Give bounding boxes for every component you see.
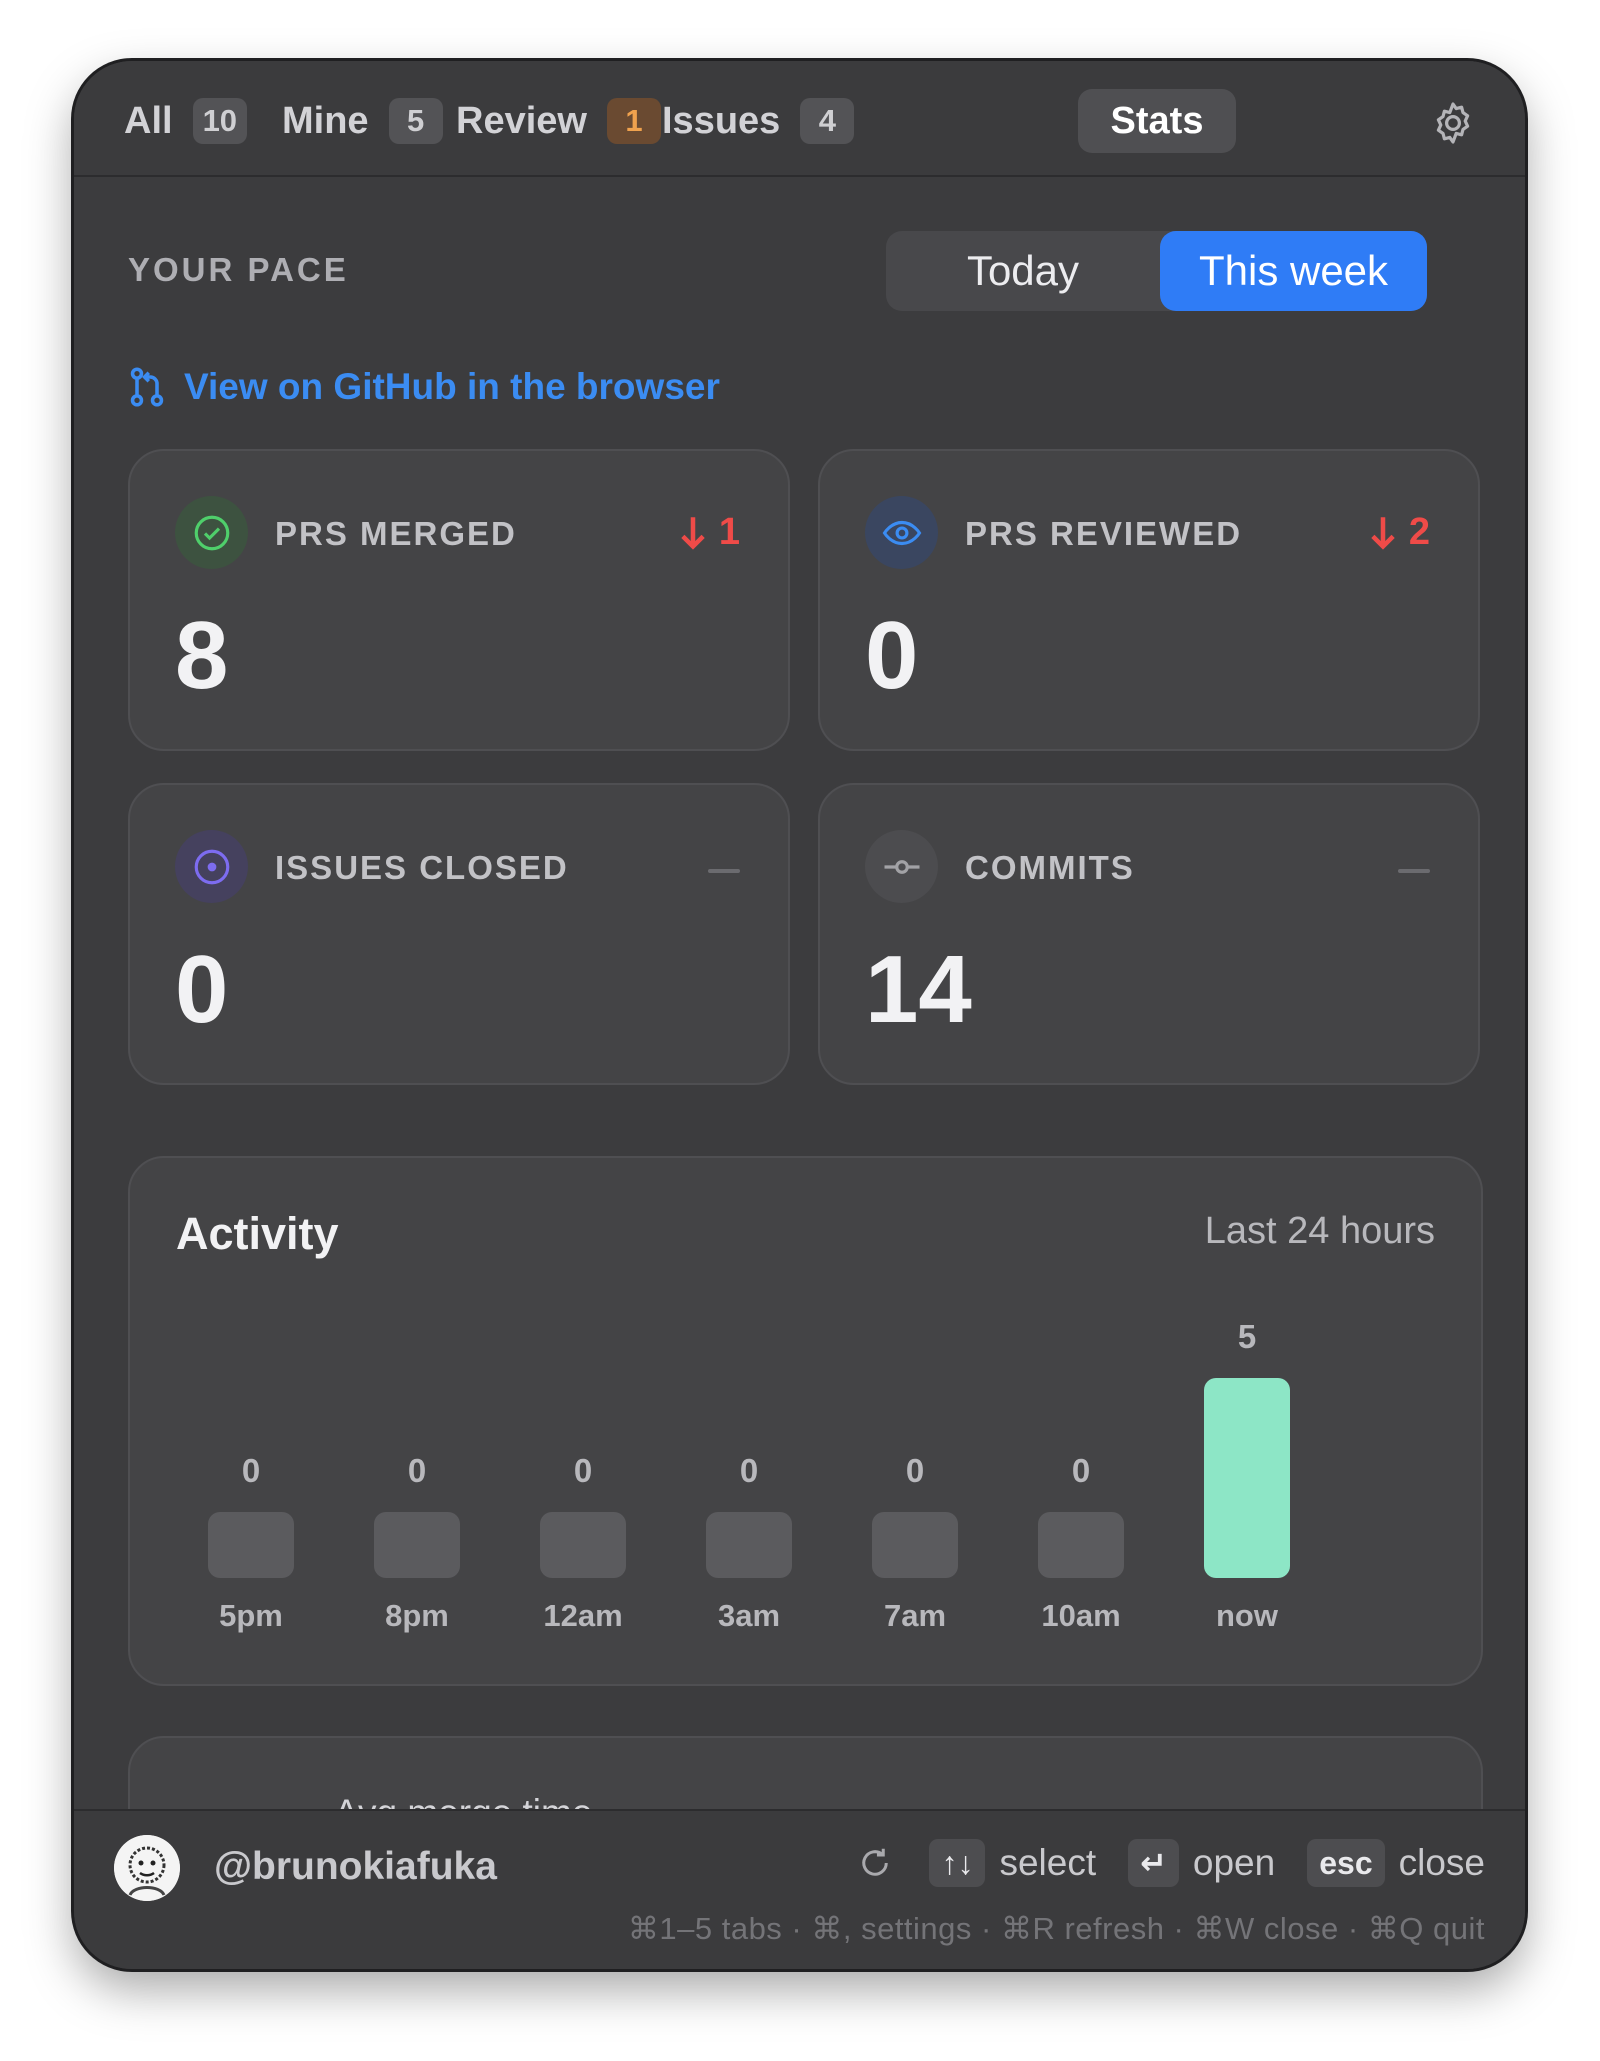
stat-delta: 1: [679, 511, 740, 554]
tab-label: Mine: [282, 99, 369, 142]
activity-bar-3am: [706, 1512, 792, 1578]
activity-bar-value: 0: [241, 1452, 261, 1489]
check-circle-icon: [175, 496, 248, 569]
tab-stats[interactable]: Stats: [1078, 89, 1236, 153]
activity-bar-value: 0: [739, 1452, 759, 1489]
activity-bar-label: 12am: [543, 1598, 623, 1633]
stat-delta-value: 2: [1408, 511, 1430, 553]
open-key: ↵: [1128, 1839, 1179, 1887]
activity-bar-8pm: [374, 1512, 460, 1578]
tab-count-badge: 10: [192, 98, 248, 144]
view-on-github-link[interactable]: View on GitHub in the browser: [128, 366, 720, 408]
stat-delta: 2: [1369, 511, 1430, 554]
refresh-icon[interactable]: [857, 1844, 893, 1882]
activity-bar-now: [1204, 1378, 1290, 1578]
tab-label: All: [124, 99, 173, 142]
activity-bar-label: 8pm: [385, 1598, 449, 1633]
open-hint: open: [1192, 1842, 1276, 1883]
select-key: ↑↓: [929, 1839, 986, 1887]
activity-bar-value: 5: [1237, 1318, 1257, 1355]
tab-bar: All 10 Mine 5 Review 1 Issues 4 Stats: [74, 61, 1525, 177]
avatar[interactable]: [114, 1835, 180, 1901]
tab-count-badge: 4: [800, 98, 855, 144]
no-change-dash: [708, 869, 740, 873]
stat-title: COMMITS: [965, 849, 1135, 886]
stat-value: 0: [865, 602, 919, 709]
username: @brunokiafuka: [214, 1845, 497, 1888]
commit-icon: [865, 830, 938, 903]
arrow-down-icon: [681, 516, 705, 550]
tab-issues[interactable]: Issues 4: [640, 89, 876, 153]
activity-bar-label: 7am: [883, 1598, 947, 1633]
stat-title: ISSUES CLOSED: [275, 849, 569, 886]
activity-bar-label: 3am: [717, 1598, 781, 1633]
activity-bar-value: 0: [905, 1452, 925, 1489]
github-link-label: View on GitHub in the browser: [184, 366, 720, 407]
stat-card-commits: COMMITS 14: [818, 783, 1480, 1085]
activity-card: Activity Last 24 hours 0 5pm 0 8pm 0 12am 0 3am…: [128, 1156, 1483, 1686]
period-segmented-control: Today This week: [886, 231, 1427, 311]
tab-label: Stats: [1110, 99, 1204, 142]
stat-value: 8: [175, 602, 229, 709]
issue-icon: [175, 830, 248, 903]
keyboard-hints: ↑↓ select ↵ open esc close: [857, 1839, 1485, 1887]
no-change-dash: [1398, 869, 1430, 873]
activity-range: Last 24 hours: [1204, 1210, 1435, 1252]
stat-card-prs-merged: PRS MERGED 1 8: [128, 449, 790, 751]
esc-key: esc: [1307, 1839, 1385, 1887]
stat-value: 0: [175, 936, 229, 1043]
activity-bar-label: 5pm: [219, 1598, 283, 1633]
activity-bar-value: 0: [1071, 1452, 1091, 1489]
tab-label: Review: [456, 99, 587, 142]
pull-request-icon: [130, 367, 164, 407]
your-pace-heading: YOUR PACE: [128, 251, 349, 288]
activity-bar-label: 10am: [1041, 1598, 1121, 1633]
eye-icon: [865, 496, 938, 569]
arrow-down-icon: [1371, 516, 1395, 550]
select-hint: select: [999, 1842, 1097, 1883]
this-week-segment[interactable]: This week: [1160, 231, 1427, 311]
activity-bar-value: 0: [407, 1452, 427, 1489]
today-segment[interactable]: Today: [886, 231, 1160, 311]
tab-label: Issues: [662, 99, 781, 142]
activity-title: Activity: [176, 1208, 339, 1259]
activity-bar-label: now: [1216, 1598, 1278, 1633]
activity-bar-10am: [1038, 1512, 1124, 1578]
activity-bar-5pm: [208, 1512, 294, 1578]
stat-delta-value: 1: [718, 511, 740, 553]
tab-all[interactable]: All 10: [102, 89, 269, 153]
gear-icon[interactable]: [1429, 99, 1477, 147]
stat-title: PRS REVIEWED: [965, 515, 1243, 552]
shortcut-legend: ⌘1–5 tabs · ⌘, settings · ⌘R refresh · ⌘…: [627, 1911, 1485, 1946]
footer-bar: @brunokiafuka ↑↓ select ↵ open esc close…: [74, 1809, 1525, 1969]
close-hint: close: [1398, 1842, 1485, 1883]
stat-card-issues-closed: ISSUES CLOSED 0: [128, 783, 790, 1085]
activity-bar-value: 0: [573, 1452, 593, 1489]
stat-card-prs-reviewed: PRS REVIEWED 2 0: [818, 449, 1480, 751]
activity-bar-7am: [872, 1512, 958, 1578]
stat-title: PRS MERGED: [275, 515, 517, 552]
stats-window: All 10 Mine 5 Review 1 Issues 4 Stats YO…: [74, 61, 1525, 1969]
activity-bar-12am: [540, 1512, 626, 1578]
stat-value: 14: [865, 936, 972, 1043]
